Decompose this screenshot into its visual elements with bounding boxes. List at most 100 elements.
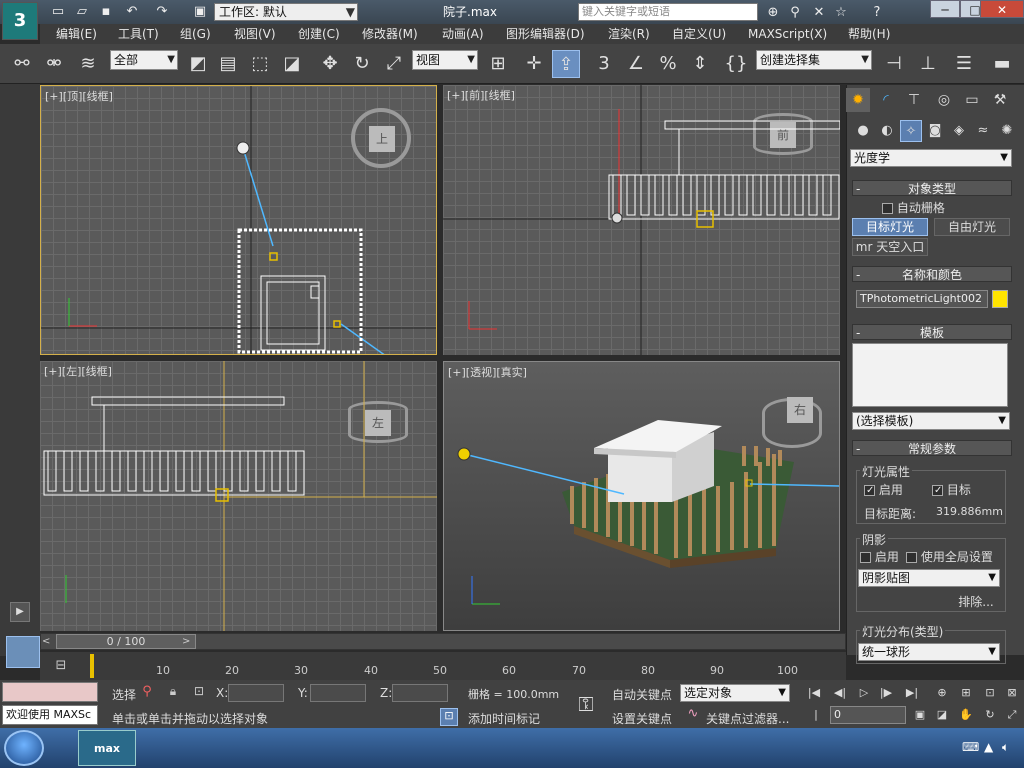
time-slider-thumb[interactable]: 0 / 100 (56, 634, 196, 649)
workspace-dropdown[interactable]: 工作区: 默认 ▼ (214, 3, 358, 21)
auto-key-button[interactable]: 自动关键点 (612, 686, 672, 703)
menu-views[interactable]: 视图(V) (234, 26, 276, 42)
open-file-icon[interactable]: ▱ (72, 3, 92, 21)
viewport-front[interactable]: [+][前][线框] 前 (443, 85, 840, 355)
bind-spacewarp-icon[interactable]: ≋ (74, 50, 102, 78)
zoom-all-icon[interactable]: ⊞ (956, 684, 976, 702)
free-light-button[interactable]: 自由灯光 (934, 218, 1010, 236)
template-list[interactable] (852, 343, 1008, 407)
next-frame-icon[interactable]: > (182, 634, 194, 649)
motion-tab-icon[interactable]: ◎ (932, 88, 956, 112)
menu-graph-editors[interactable]: 图形编辑器(D) (506, 26, 585, 42)
zoom-icon[interactable]: ⊕ (932, 684, 952, 702)
menu-help[interactable]: 帮助(H) (848, 26, 890, 42)
y-coordinate-field[interactable] (310, 684, 366, 702)
menu-customize[interactable]: 自定义(U) (672, 26, 726, 42)
menu-edit[interactable]: 编辑(E) (56, 26, 97, 42)
help-icon[interactable]: ? (866, 4, 888, 22)
selection-filter-dropdown[interactable]: 全部 ▼ (110, 50, 178, 70)
shapes-icon[interactable]: ◐ (876, 120, 898, 142)
mini-curve-editor-icon[interactable]: ⊟ (50, 655, 72, 677)
cameras-icon[interactable]: ◙ (924, 120, 946, 142)
absolute-mode-icon[interactable]: ⊡ (190, 684, 208, 702)
autogrid-checkbox[interactable]: 自动栅格 (882, 199, 945, 216)
spinner-snap-icon[interactable]: ⇕ (686, 50, 714, 78)
start-button[interactable] (4, 730, 44, 766)
menu-tools[interactable]: 工具(T) (118, 26, 159, 42)
menu-create[interactable]: 创建(C) (298, 26, 340, 42)
display-tab-icon[interactable]: ▭ (960, 88, 984, 112)
project-folder-icon[interactable]: ▣ (190, 3, 210, 21)
go-to-start-icon[interactable]: |◀ (804, 684, 824, 702)
reference-coord-dropdown[interactable]: 视图 ▼ (412, 50, 478, 70)
undo-icon[interactable]: ↶ (122, 3, 142, 21)
shadow-enable-checkbox[interactable]: 启用 (860, 548, 899, 565)
align-icon[interactable]: ⊥ (914, 50, 942, 78)
hierarchy-tab-icon[interactable]: ⊤ (902, 88, 926, 112)
object-color-swatch[interactable] (992, 290, 1008, 308)
menu-maxscript[interactable]: MAXScript(X) (748, 26, 827, 42)
set-key-button[interactable]: 设置关键点 (612, 710, 672, 727)
orbit-icon[interactable]: ↻ (980, 706, 1000, 724)
binoculars-icon[interactable]: ⊕ (764, 4, 782, 22)
template-dropdown[interactable]: (选择模板) ▼ (852, 412, 1010, 430)
field-of-view-icon[interactable]: ◪ (932, 706, 952, 724)
redo-icon[interactable]: ↷ (152, 3, 172, 21)
modify-tab-icon[interactable]: ◜ (874, 88, 898, 112)
z-coordinate-field[interactable] (392, 684, 448, 702)
viewport-top[interactable]: [+][顶][线框] 上 (40, 85, 437, 355)
rect-selection-icon[interactable]: ⬚ (246, 50, 274, 78)
keyboard-shortcut-override-icon[interactable]: ⇪ (552, 50, 580, 78)
select-object-icon[interactable]: ◩ (184, 50, 212, 78)
close-button[interactable]: ✕ (980, 0, 1024, 18)
minimize-button[interactable]: ─ (930, 0, 960, 18)
menu-group[interactable]: 组(G) (180, 26, 211, 42)
name-color-rollout[interactable]: - 名称和颜色 (852, 266, 1012, 282)
utilities-tab-icon[interactable]: ⚒ (988, 88, 1012, 112)
spacewarps-icon[interactable]: ≈ (972, 120, 994, 142)
star-icon[interactable]: ☆ (832, 4, 850, 22)
move-icon[interactable]: ✥ (316, 50, 344, 78)
zoom-extents-icon[interactable]: ⊡ (980, 684, 1000, 702)
previous-frame-icon[interactable]: ◀| (830, 684, 850, 702)
expand-arrow-icon[interactable]: ▶ (10, 602, 30, 622)
lights-icon[interactable]: ✧ (900, 120, 922, 142)
new-file-icon[interactable]: ▭ (48, 3, 68, 21)
systems-icon[interactable]: ✺ (996, 120, 1018, 142)
app-menu-button[interactable]: 3 (2, 2, 38, 40)
scale-icon[interactable]: ⤢ (380, 50, 408, 78)
isolate-icon[interactable]: ⚲ (138, 684, 156, 702)
angle-snap-icon[interactable]: ∠ (622, 50, 650, 78)
percent-snap-icon[interactable]: % (654, 50, 682, 78)
exchange-icon[interactable]: ✕ (810, 4, 828, 22)
viewport-left[interactable]: [+][左][线框] 左 (40, 361, 437, 631)
target-checkbox[interactable]: 目标 (932, 481, 971, 498)
speaker-icon[interactable]: 🔈︎ (1002, 740, 1009, 755)
ribbon-icon[interactable]: ▬ (988, 50, 1016, 78)
key-target-dropdown[interactable]: 选定对象 ▼ (680, 684, 790, 702)
use-global-checkbox[interactable]: 使用全局设置 (906, 548, 993, 565)
time-config-icon[interactable]: ▣ (910, 706, 930, 724)
mr-sky-portal-button[interactable]: mr 天空入口 (852, 238, 928, 256)
unlink-icon[interactable]: ⚮ (40, 50, 68, 78)
maxscript-output[interactable]: 欢迎使用 MAXSc (2, 705, 98, 725)
mirror-icon[interactable]: ⊣ (880, 50, 908, 78)
key-mode-icon[interactable]: |◀▶| (806, 706, 827, 739)
create-tab-icon[interactable]: ✹ (846, 88, 870, 112)
viewport-layout-icon[interactable] (6, 636, 40, 668)
menu-rendering[interactable]: 渲染(R) (608, 26, 650, 42)
notification-arrow-icon[interactable]: ▲ (984, 740, 993, 754)
set-key-icon[interactable]: ⚿ (566, 686, 606, 722)
pan-icon[interactable]: ✋ (956, 706, 976, 724)
time-tag-icon[interactable]: ⊡ (440, 708, 458, 726)
next-frame-button-icon[interactable]: |▶ (876, 684, 896, 702)
edit-named-sets-icon[interactable]: {} (722, 50, 750, 78)
go-to-end-icon[interactable]: ▶| (902, 684, 922, 702)
templates-rollout[interactable]: - 模板 (852, 324, 1012, 340)
link-icon[interactable]: ⚯ (8, 50, 36, 78)
target-light-button[interactable]: 目标灯光 (852, 218, 928, 236)
layer-manager-icon[interactable]: ☰ (950, 50, 978, 78)
current-frame-field[interactable]: 0 (830, 706, 906, 724)
maximize-viewport-icon[interactable]: ⤢ (1002, 706, 1022, 724)
snap-toggle-icon[interactable]: 3 (590, 50, 618, 78)
